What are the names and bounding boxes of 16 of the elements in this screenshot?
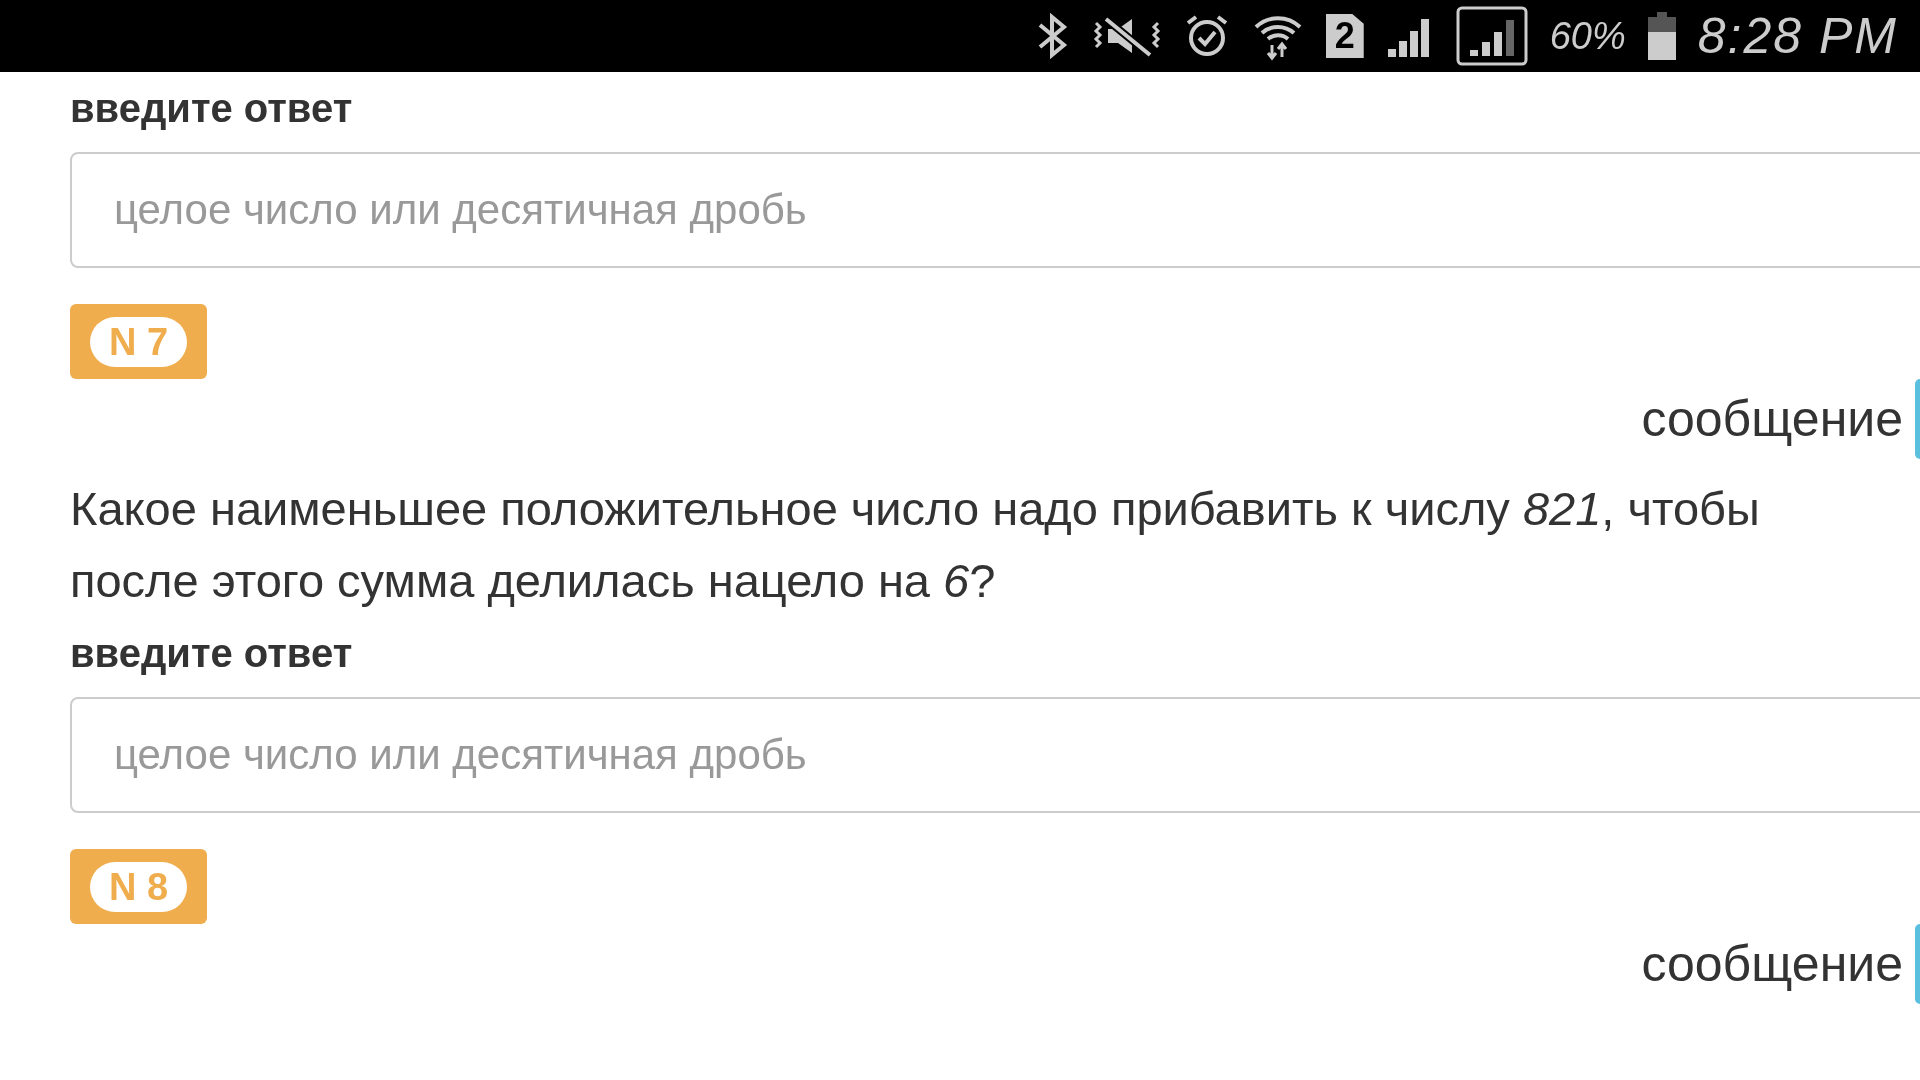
- battery-icon: [1647, 12, 1676, 60]
- question-text: Какое наименьшее положительное число надо прибавить к числу 821, чтобы после этого сумма делилась нацело на 6?: [70, 481, 1761, 609]
- clock: 8:28 PM: [1697, 6, 1898, 66]
- task-number: N 7: [90, 316, 187, 367]
- task-number: N 8: [90, 861, 187, 912]
- message-button[interactable]: [1915, 379, 1920, 459]
- message-label: сообщение: [1641, 390, 1903, 449]
- answer-label: введите ответ: [70, 630, 354, 677]
- answer-field[interactable]: целое число или десятичная дробь: [70, 152, 1920, 268]
- signal-icon: [1455, 6, 1528, 66]
- message-label: сообщение: [1641, 935, 1903, 994]
- battery-percent: 60%: [1549, 13, 1626, 59]
- answer-field[interactable]: целое число или десятичная дробь: [70, 697, 1920, 813]
- message-button[interactable]: [1915, 924, 1920, 1004]
- sim-icon: 2: [1325, 14, 1364, 58]
- answer-label: введите ответ: [70, 85, 354, 132]
